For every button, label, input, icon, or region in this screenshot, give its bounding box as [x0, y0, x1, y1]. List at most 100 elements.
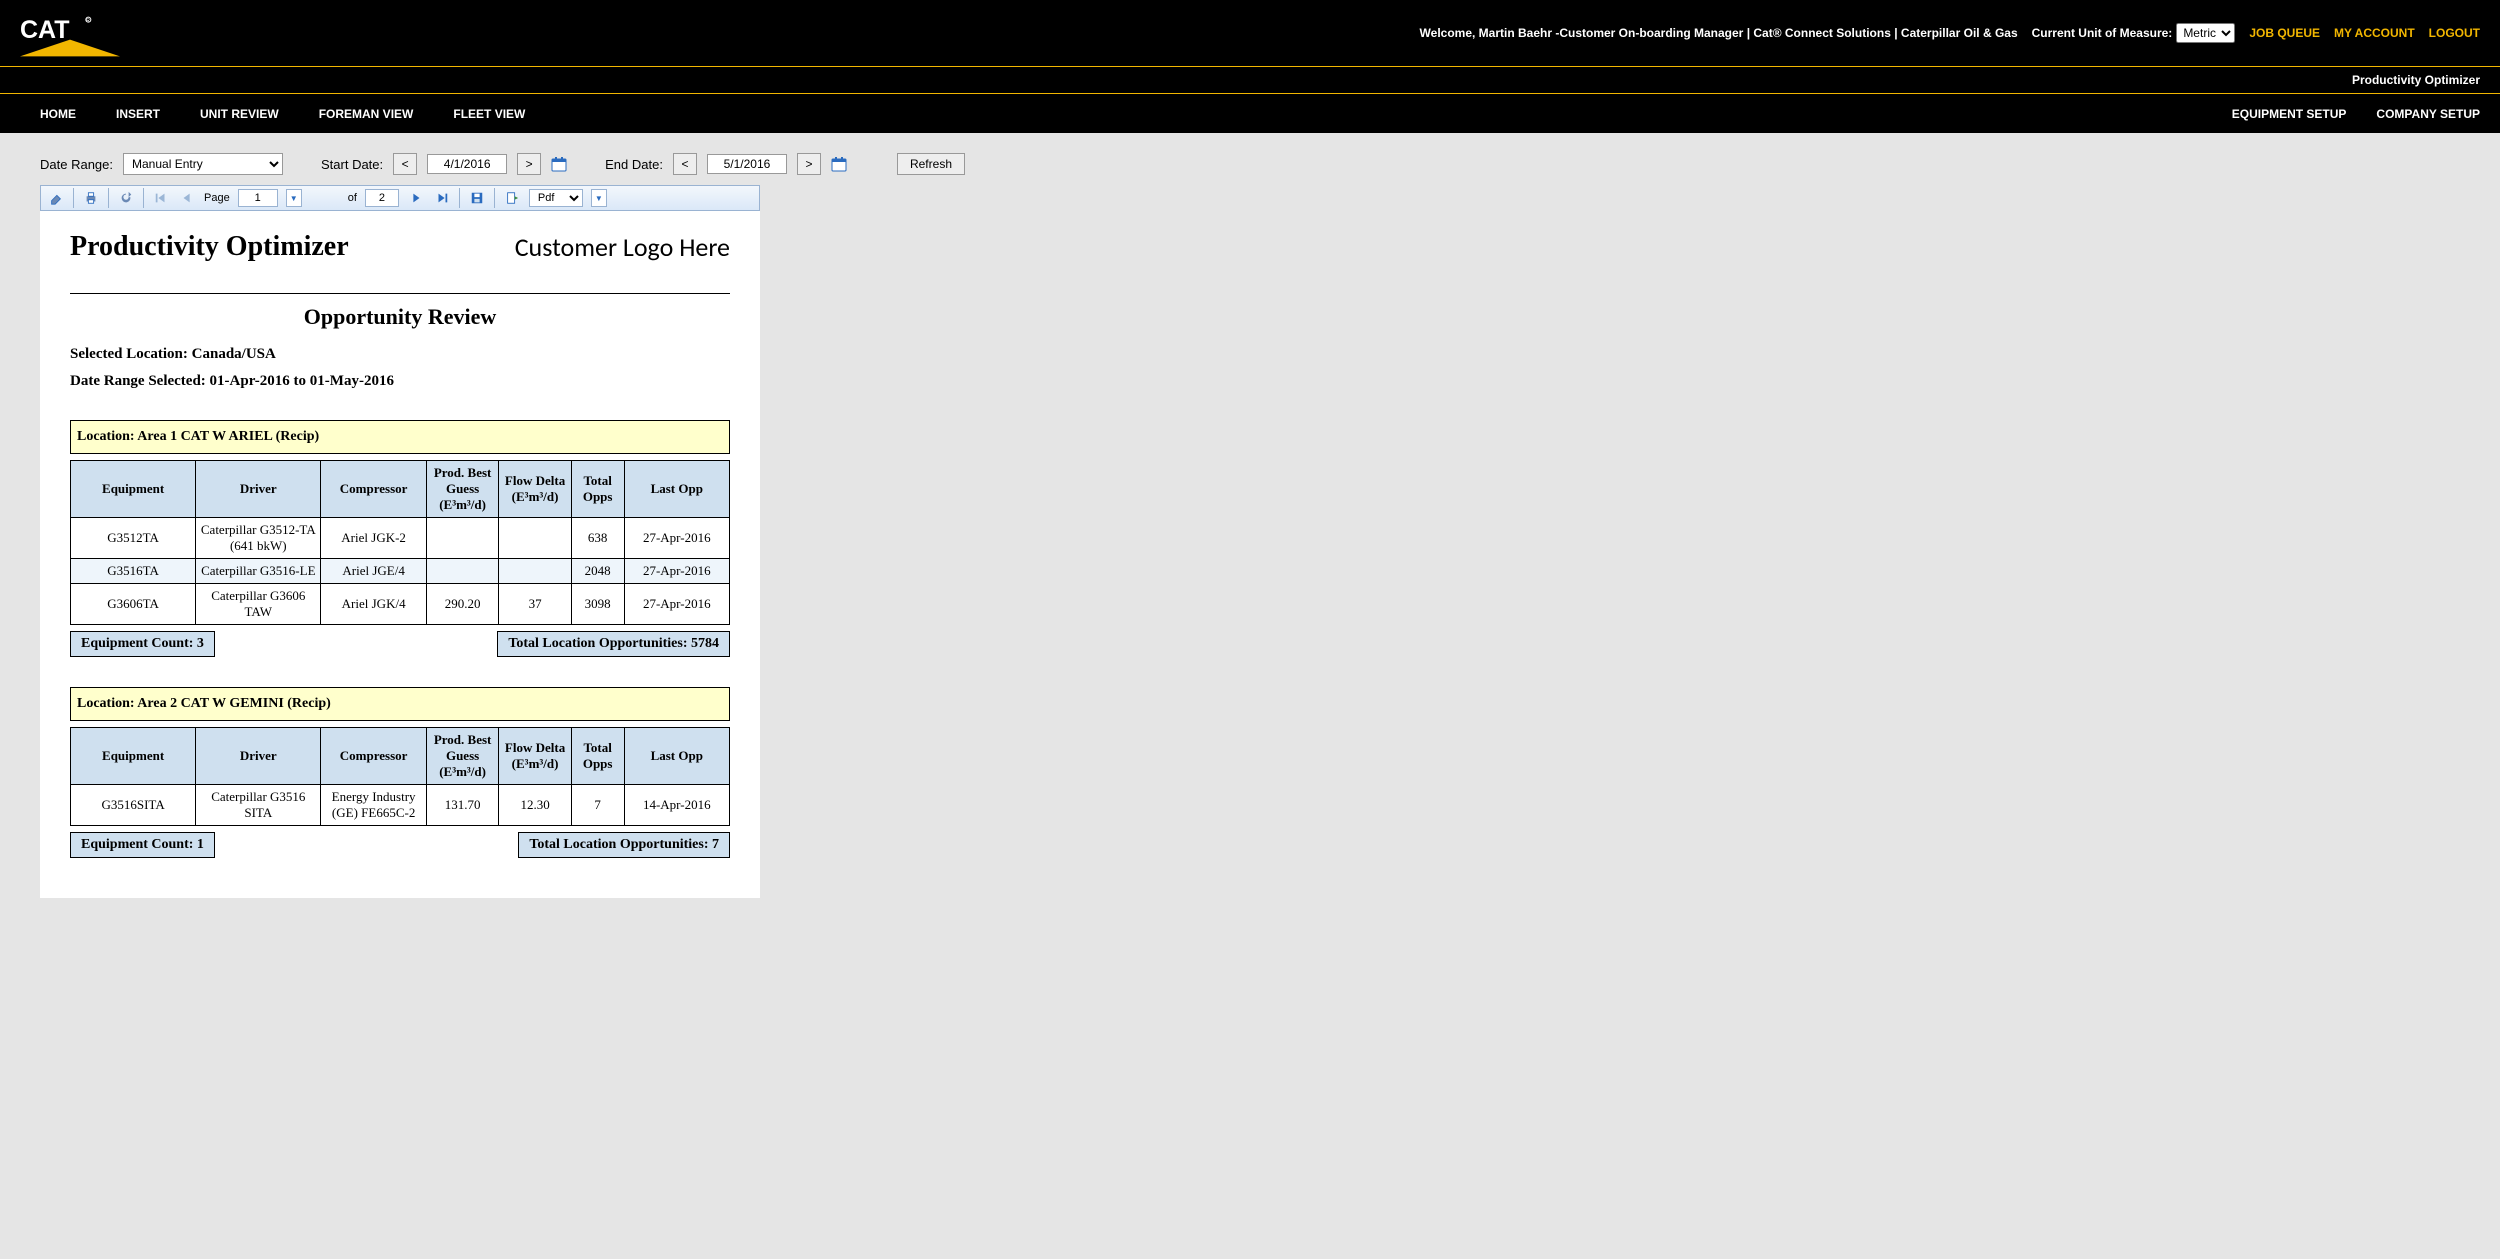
date-range-label: Date Range:	[40, 157, 113, 172]
date-range-meta: Date Range Selected: 01-Apr-2016 to 01-M…	[70, 373, 730, 390]
table-cell: Caterpillar G3512-TA (641 bkW)	[196, 518, 321, 559]
table-cell: G3606TA	[71, 584, 196, 625]
of-label: of	[348, 192, 357, 204]
report-body: Productivity Optimizer Customer Logo Her…	[40, 211, 760, 898]
logout-link[interactable]: LOGOUT	[2429, 26, 2480, 40]
section-heading: Opportunity Review	[70, 304, 730, 330]
nav-fleet-view[interactable]: FLEET VIEW	[453, 107, 525, 121]
header-top: CAT R Welcome, Martin Baehr -Customer On…	[0, 0, 2500, 67]
table-cell: 27-Apr-2016	[624, 584, 729, 625]
column-header: Flow Delta (E³m³/d)	[499, 461, 571, 518]
refresh-icon[interactable]	[117, 189, 135, 207]
end-date-next-button[interactable]: >	[797, 153, 821, 175]
calendar-icon[interactable]	[551, 156, 567, 172]
column-header: Last Opp	[624, 728, 729, 785]
page-current-input[interactable]	[238, 189, 278, 207]
table-cell: Caterpillar G3516 SITA	[196, 785, 321, 826]
nav-bar: HOME INSERT UNIT REVIEW FOREMAN VIEW FLE…	[0, 93, 2500, 133]
divider	[70, 293, 730, 294]
column-header: Driver	[196, 728, 321, 785]
svg-text:R: R	[86, 18, 90, 24]
table-cell: Caterpillar G3606 TAW	[196, 584, 321, 625]
nav-unit-review[interactable]: UNIT REVIEW	[200, 107, 279, 121]
table-cell: 638	[571, 518, 624, 559]
save-icon[interactable]	[468, 189, 486, 207]
end-date-label: End Date:	[605, 157, 663, 172]
table-cell	[426, 518, 498, 559]
column-header: Last Opp	[624, 461, 729, 518]
filter-controls: Date Range: Manual Entry Start Date: < >…	[40, 153, 2460, 175]
end-date-prev-button[interactable]: <	[673, 153, 697, 175]
column-header: Compressor	[321, 728, 426, 785]
column-header: Flow Delta (E³m³/d)	[499, 728, 571, 785]
uom-select[interactable]: Metric	[2176, 23, 2235, 43]
location-block: Location: Area 2 CAT W GEMINI (Recip) Equ…	[70, 687, 730, 858]
first-page-button[interactable]	[152, 189, 170, 207]
column-header: Total Opps	[571, 728, 624, 785]
viewer-toolbar: Page ▼ of 2 Pdf ▼	[40, 185, 760, 211]
equipment-table: EquipmentDriverCompressorProd. Best Gues…	[70, 460, 730, 625]
location-block: Location: Area 1 CAT W ARIEL (Recip)Equi…	[70, 420, 730, 657]
svg-text:CAT: CAT	[20, 16, 70, 44]
location-header: Location: Area 2 CAT W GEMINI (Recip)	[70, 687, 730, 721]
report-title: Productivity Optimizer	[70, 231, 349, 263]
table-cell: Energy Industry (GE) FE665C-2	[321, 785, 426, 826]
date-range-select[interactable]: Manual Entry	[123, 153, 283, 175]
my-account-link[interactable]: MY ACCOUNT	[2334, 26, 2415, 40]
page-label: Page	[204, 192, 230, 204]
column-header: Prod. Best Guess (E³m³/d)	[426, 461, 498, 518]
column-header: Total Opps	[571, 461, 624, 518]
column-header: Driver	[196, 461, 321, 518]
table-cell: 14-Apr-2016	[624, 785, 729, 826]
job-queue-link[interactable]: JOB QUEUE	[2249, 26, 2320, 40]
start-date-input[interactable]	[427, 154, 507, 174]
total-location-opportunities: Total Location Opportunities: 5784	[497, 631, 730, 657]
calendar-icon[interactable]	[831, 156, 847, 172]
start-date-prev-button[interactable]: <	[393, 153, 417, 175]
equipment-table: EquipmentDriverCompressorProd. Best Gues…	[70, 727, 730, 826]
refresh-button[interactable]: Refresh	[897, 153, 965, 175]
prev-page-button[interactable]	[178, 189, 196, 207]
table-cell: 290.20	[426, 584, 498, 625]
page-total: 2	[365, 189, 399, 207]
eraser-icon[interactable]	[47, 189, 65, 207]
nav-company-setup[interactable]: COMPANY SETUP	[2376, 107, 2480, 121]
subtitle-bar: Productivity Optimizer	[0, 67, 2500, 93]
table-row: G3512TACaterpillar G3512-TA (641 bkW)Ari…	[71, 518, 730, 559]
column-header: Equipment	[71, 461, 196, 518]
welcome-text: Welcome, Martin Baehr -Customer On-board…	[1420, 26, 2018, 40]
print-icon[interactable]	[82, 189, 100, 207]
table-cell: 27-Apr-2016	[624, 518, 729, 559]
export-icon[interactable]	[503, 189, 521, 207]
nav-equipment-setup[interactable]: EQUIPMENT SETUP	[2232, 107, 2347, 121]
next-page-button[interactable]	[407, 189, 425, 207]
nav-insert[interactable]: INSERT	[116, 107, 160, 121]
nav-home[interactable]: HOME	[40, 107, 76, 121]
customer-logo-placeholder: Customer Logo Here	[515, 231, 730, 263]
start-date-next-button[interactable]: >	[517, 153, 541, 175]
nav-foreman-view[interactable]: FOREMAN VIEW	[319, 107, 414, 121]
end-date-input[interactable]	[707, 154, 787, 174]
table-cell: Ariel JGE/4	[321, 559, 426, 584]
report-viewer: Page ▼ of 2 Pdf ▼ Productivity Optimizer…	[40, 185, 760, 898]
page-dropdown-button[interactable]: ▼	[286, 189, 302, 207]
start-date-label: Start Date:	[321, 157, 383, 172]
uom-label: Current Unit of Measure:	[2032, 26, 2173, 40]
table-row: G3516TACaterpillar G3516-LEAriel JGE/420…	[71, 559, 730, 584]
column-header: Compressor	[321, 461, 426, 518]
last-page-button[interactable]	[433, 189, 451, 207]
table-cell: Ariel JGK/4	[321, 584, 426, 625]
column-header: Equipment	[71, 728, 196, 785]
cat-logo: CAT R	[20, 8, 120, 58]
export-format-select[interactable]: Pdf	[529, 189, 583, 207]
table-cell: 37	[499, 584, 571, 625]
export-format-dd[interactable]: ▼	[591, 189, 607, 207]
table-row: G3606TACaterpillar G3606 TAWAriel JGK/42…	[71, 584, 730, 625]
table-cell: G3512TA	[71, 518, 196, 559]
table-cell: G3516TA	[71, 559, 196, 584]
equipment-count: Equipment Count: 3	[70, 631, 215, 657]
table-row: G3516SITACaterpillar G3516 SITAEnergy In…	[71, 785, 730, 826]
table-cell	[499, 518, 571, 559]
summary-row: Equipment Count: 1Total Location Opportu…	[70, 832, 730, 858]
table-cell	[426, 559, 498, 584]
